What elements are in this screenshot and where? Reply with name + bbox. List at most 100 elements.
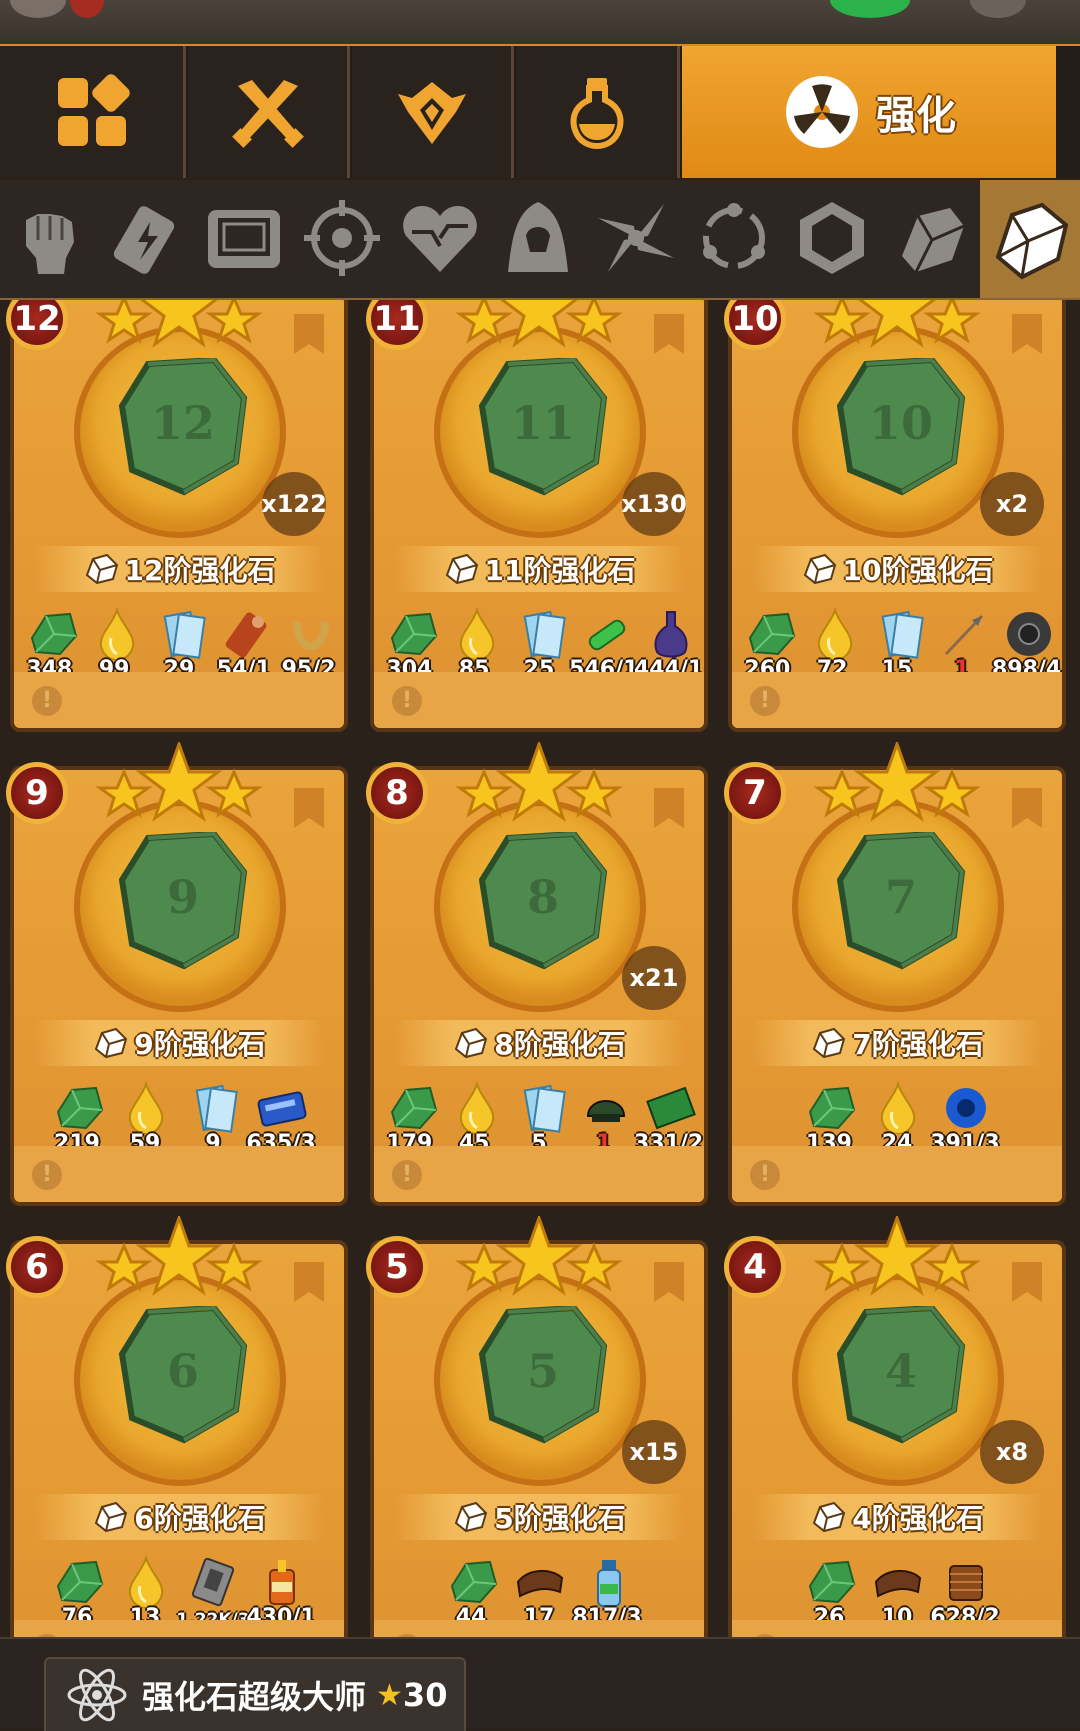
- material-item[interactable]: 898/4: [992, 608, 1061, 682]
- material-item[interactable]: 25: [510, 608, 569, 682]
- stone-name: 5阶强化石: [494, 1502, 626, 1535]
- info-icon[interactable]: !: [750, 686, 780, 716]
- material-item[interactable]: 546/1: [569, 608, 638, 682]
- material-item[interactable]: 76: [46, 1556, 108, 1630]
- stone-card[interactable]: 9 9 9阶强化石 219 59 9 635/3!: [6, 742, 348, 1206]
- info-icon[interactable]: !: [750, 1160, 780, 1190]
- material-item[interactable]: 29: [150, 608, 209, 682]
- material-item[interactable]: 817/3: [572, 1556, 642, 1630]
- bookmark-icon[interactable]: [294, 788, 324, 828]
- bookmark-icon[interactable]: [294, 1262, 324, 1302]
- material-item[interactable]: 72: [803, 608, 862, 682]
- stone-card[interactable]: 10 10 x2 10阶强化石 260 72 15 1 898/4!: [724, 300, 1066, 732]
- material-item[interactable]: 260: [738, 608, 797, 682]
- stone-card[interactable]: 12 12 x122 12阶强化石 348 99 29 54/1 95/2!: [6, 300, 348, 732]
- material-item[interactable]: 628/2: [930, 1556, 1000, 1630]
- bookmark-icon[interactable]: [654, 1262, 684, 1302]
- category-subtabs: [0, 180, 1080, 300]
- blue-crystal-icon: [195, 1084, 238, 1133]
- stone-level-number: 9: [166, 870, 199, 924]
- subtab-shuriken[interactable]: [588, 190, 684, 286]
- stone-level-number: 12: [150, 396, 215, 450]
- stone-card[interactable]: 6 6 6阶强化石 76131.22K/3430/1!: [6, 1216, 348, 1637]
- stone-card[interactable]: 11 11 x130 11阶强化石 304 85 25 546/1 444/1!: [366, 300, 708, 732]
- bookmark-icon[interactable]: [654, 788, 684, 828]
- material-item[interactable]: 44: [440, 1556, 502, 1630]
- status-icon-red: [70, 0, 104, 18]
- material-item[interactable]: 430/1: [246, 1556, 316, 1630]
- tab-weapons[interactable]: [188, 46, 350, 178]
- gold-drop-icon: [99, 608, 134, 660]
- info-icon[interactable]: !: [32, 1160, 62, 1190]
- tab-potions[interactable]: [516, 46, 680, 178]
- bookmark-icon[interactable]: [654, 314, 684, 354]
- card-footer: !: [374, 1620, 704, 1637]
- subtab-crosshair[interactable]: [294, 190, 390, 286]
- material-item[interactable]: 13: [114, 1556, 176, 1630]
- stars-icon: [455, 1216, 623, 1296]
- subtab-fist[interactable]: [2, 190, 98, 286]
- info-icon[interactable]: !: [32, 686, 62, 716]
- bookmark-icon[interactable]: [1012, 788, 1042, 828]
- bookmark-icon[interactable]: [1012, 314, 1042, 354]
- stars-icon: [95, 1216, 263, 1296]
- material-item[interactable]: 54/1: [214, 608, 273, 682]
- stone-card[interactable]: 8 8 x21 8阶强化石 179 45 5 1 331/2!: [366, 742, 708, 1206]
- subtab-heart[interactable]: [392, 190, 488, 286]
- material-item[interactable]: 45: [445, 1082, 504, 1156]
- material-item[interactable]: 17: [508, 1556, 570, 1630]
- stone-card[interactable]: 4 4 x8 4阶强化石 2610628/2!: [724, 1216, 1066, 1637]
- material-list: 260 72 15 1 898/4: [738, 608, 1061, 682]
- material-item[interactable]: 1.22K/3: [176, 1556, 250, 1630]
- subtab-hood[interactable]: [490, 190, 586, 286]
- material-item[interactable]: 95/2: [279, 608, 338, 682]
- master-achievement[interactable]: 强化石超级大师 ★ 30: [44, 1657, 466, 1731]
- material-item[interactable]: 24: [866, 1082, 928, 1156]
- material-item[interactable]: 219: [46, 1082, 108, 1156]
- subtab-cycle[interactable]: [686, 190, 782, 286]
- tab-gems[interactable]: [352, 46, 514, 178]
- material-item[interactable]: 85: [445, 608, 504, 682]
- material-item[interactable]: 59: [114, 1082, 176, 1156]
- material-item[interactable]: 99: [85, 608, 144, 682]
- subtab-hexagon[interactable]: [784, 190, 880, 286]
- material-item[interactable]: 635/3: [246, 1082, 316, 1156]
- material-item[interactable]: 304: [380, 608, 439, 682]
- stone-name: 6阶强化石: [134, 1502, 266, 1535]
- master-title: 强化石超级大师: [142, 1678, 367, 1716]
- bookmark-icon[interactable]: [294, 314, 324, 354]
- subtab-monitor[interactable]: [196, 190, 292, 286]
- tab-overview[interactable]: [0, 46, 186, 178]
- tab-enhance[interactable]: 强化: [682, 46, 1056, 178]
- card-footer: !: [14, 672, 344, 728]
- info-icon[interactable]: !: [392, 1160, 422, 1190]
- stone-card[interactable]: 5 5 x15 5阶强化石 4417817/3!: [366, 1216, 708, 1637]
- material-item[interactable]: 391/3: [930, 1082, 1000, 1156]
- material-item[interactable]: 26: [798, 1556, 860, 1630]
- material-item[interactable]: 444/1: [634, 608, 703, 682]
- material-item[interactable]: 9: [182, 1082, 244, 1156]
- subtab-crystal[interactable]: [980, 180, 1080, 298]
- material-item[interactable]: 331/2: [634, 1082, 703, 1156]
- material-item[interactable]: 1: [932, 608, 991, 682]
- subtab-battery[interactable]: [98, 190, 194, 286]
- material-item[interactable]: 348: [20, 608, 79, 682]
- material-item[interactable]: 179: [380, 1082, 439, 1156]
- subtab-rock[interactable]: [882, 190, 978, 286]
- stone-card[interactable]: 7 7 7阶强化石 139 24 391/3!: [724, 742, 1066, 1206]
- blue-box-icon: [257, 1091, 307, 1127]
- top-status-bar: [0, 0, 1080, 46]
- material-item[interactable]: 15: [868, 608, 927, 682]
- info-icon[interactable]: !: [392, 686, 422, 716]
- material-item[interactable]: 10: [866, 1556, 928, 1630]
- material-item[interactable]: 5: [510, 1082, 569, 1156]
- green-stone-icon: [808, 1086, 856, 1130]
- material-item[interactable]: 1: [574, 1082, 633, 1156]
- gold-drop-icon: [459, 1082, 494, 1134]
- stone-name: 10阶强化石: [842, 554, 994, 587]
- stone-level-number: 4: [884, 1344, 917, 1398]
- material-item[interactable]: 139: [798, 1082, 860, 1156]
- monitor-icon: [208, 210, 280, 268]
- master-value: 30: [402, 1676, 448, 1714]
- bookmark-icon[interactable]: [1012, 1262, 1042, 1302]
